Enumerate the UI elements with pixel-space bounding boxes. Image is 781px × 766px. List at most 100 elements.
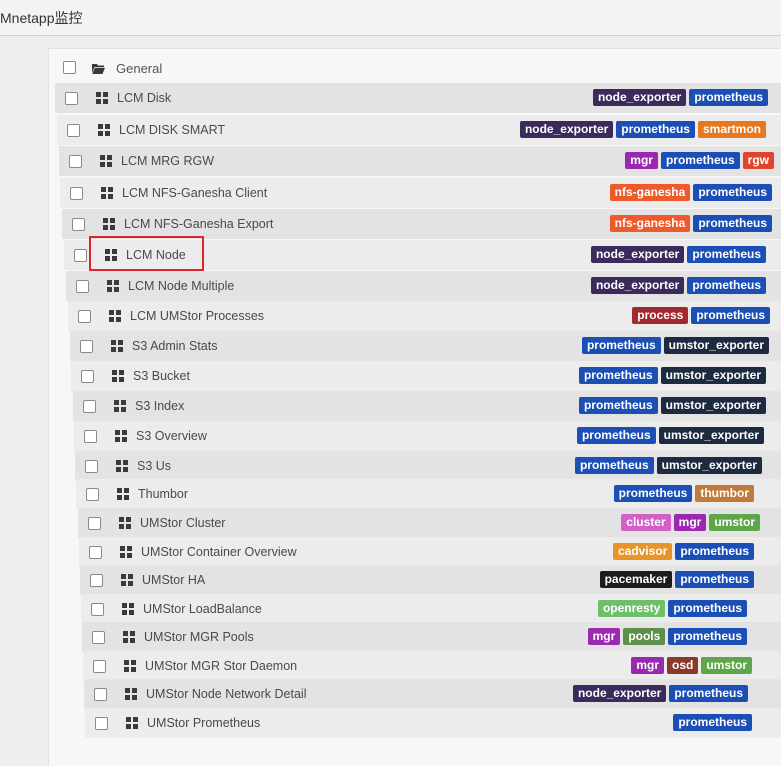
- tag-badge[interactable]: prometheus: [693, 184, 772, 201]
- tag-badge[interactable]: prometheus: [574, 457, 654, 474]
- row-checkbox[interactable]: [65, 92, 78, 105]
- tag-badge[interactable]: prometheus: [691, 307, 770, 324]
- tag-badge[interactable]: prometheus: [616, 121, 695, 138]
- dashboard-name[interactable]: S3 Overview: [136, 429, 207, 443]
- tag-badge[interactable]: prometheus: [668, 600, 747, 617]
- dashboard-name[interactable]: UMStor MGR Pools: [144, 630, 254, 644]
- dashboard-row[interactable]: UMStor MGR Pools mgr pools prometheus: [82, 622, 781, 652]
- tag-badge[interactable]: osd: [666, 657, 699, 674]
- dashboard-name[interactable]: LCM NFS-Ganesha Client: [122, 186, 267, 200]
- tag-badge[interactable]: node_exporter: [519, 121, 614, 138]
- dashboard-row[interactable]: LCM Disk node_exporter prometheus: [55, 83, 781, 113]
- dashboard-name[interactable]: LCM UMStor Processes: [130, 309, 264, 323]
- dashboard-row[interactable]: LCM DISK SMART node_exporter prometheus sma…: [57, 115, 781, 145]
- row-checkbox[interactable]: [92, 631, 105, 644]
- tag-badge[interactable]: umstor_exporter: [660, 367, 766, 384]
- row-checkbox[interactable]: [67, 124, 80, 137]
- row-checkbox[interactable]: [80, 340, 93, 353]
- tag-badge[interactable]: prometheus: [576, 427, 656, 444]
- folder-checkbox[interactable]: [63, 61, 76, 74]
- tag-badge[interactable]: node_exporter: [590, 277, 685, 294]
- dashboard-row[interactable]: LCM MRG RGW mgr prometheus rgw: [59, 146, 781, 176]
- dashboard-name[interactable]: LCM NFS-Ganesha Export: [124, 217, 273, 231]
- dashboard-row[interactable]: UMStor Container Overview cadvisor prometh…: [79, 537, 781, 567]
- row-checkbox[interactable]: [88, 517, 101, 530]
- tag-badge[interactable]: nfs-ganesha: [609, 215, 691, 232]
- tag-badge[interactable]: cadvisor: [612, 543, 673, 560]
- row-checkbox[interactable]: [89, 546, 102, 559]
- dashboard-name[interactable]: UMStor Cluster: [140, 516, 225, 530]
- folder-row-general[interactable]: General: [49, 55, 781, 83]
- tag-badge[interactable]: prometheus: [660, 152, 740, 169]
- tag-badge[interactable]: prometheus: [673, 714, 752, 731]
- tag-badge[interactable]: umstor_exporter: [658, 427, 764, 444]
- tag-badge[interactable]: openresty: [597, 600, 666, 617]
- tag-badge[interactable]: prometheus: [581, 337, 661, 354]
- tag-badge[interactable]: prometheus: [689, 89, 768, 106]
- tag-badge[interactable]: prometheus: [578, 367, 658, 384]
- dashboard-name[interactable]: S3 Us: [137, 459, 171, 473]
- tag-badge[interactable]: rgw: [742, 152, 774, 169]
- tag-badge[interactable]: node_exporter: [572, 685, 667, 702]
- row-checkbox[interactable]: [95, 717, 108, 730]
- dashboard-name[interactable]: S3 Admin Stats: [132, 339, 217, 353]
- row-checkbox[interactable]: [93, 660, 106, 673]
- tag-badge[interactable]: umstor_exporter: [656, 457, 762, 474]
- tag-badge[interactable]: prometheus: [687, 277, 766, 294]
- dashboard-name[interactable]: UMStor LoadBalance: [143, 602, 262, 616]
- tag-badge[interactable]: umstor: [701, 657, 752, 674]
- tag-badge[interactable]: prometheus: [693, 215, 772, 232]
- tag-badge[interactable]: umstor_exporter: [663, 337, 769, 354]
- row-checkbox[interactable]: [86, 488, 99, 501]
- tag-badge[interactable]: umstor_exporter: [660, 397, 766, 414]
- dashboard-row[interactable]: S3 Index prometheus umstor_exporter: [73, 391, 781, 421]
- dashboard-name[interactable]: LCM Node Multiple: [128, 279, 234, 293]
- dashboard-row[interactable]: UMStor MGR Stor Daemon mgr osd umstor: [83, 651, 781, 681]
- tag-badge[interactable]: nfs-ganesha: [609, 184, 691, 201]
- tag-badge[interactable]: pacemaker: [599, 571, 673, 588]
- tag-badge[interactable]: prometheus: [613, 485, 693, 502]
- dashboard-row[interactable]: S3 Overview prometheus umstor_exporter: [74, 421, 781, 451]
- tag-badge[interactable]: mgr: [631, 657, 664, 674]
- dashboard-name[interactable]: UMStor HA: [142, 573, 205, 587]
- tag-badge[interactable]: prometheus: [668, 628, 747, 645]
- tag-badge[interactable]: prometheus: [675, 543, 754, 560]
- dashboard-name[interactable]: Thumbor: [138, 487, 188, 501]
- tag-badge[interactable]: umstor: [709, 514, 760, 531]
- dashboard-name[interactable]: LCM DISK SMART: [119, 123, 225, 137]
- row-checkbox[interactable]: [72, 218, 85, 231]
- dashboard-row[interactable]: UMStor HA pacemaker prometheus: [80, 565, 781, 595]
- dashboard-row[interactable]: LCM NFS-Ganesha Client nfs-ganesha prometh…: [60, 178, 781, 208]
- row-checkbox[interactable]: [91, 603, 104, 616]
- dashboard-name[interactable]: UMStor Container Overview: [141, 545, 297, 559]
- tag-badge[interactable]: process: [632, 307, 689, 324]
- dashboard-row[interactable]: UMStor Prometheus prometheus: [85, 708, 781, 738]
- dashboard-name[interactable]: S3 Bucket: [133, 369, 190, 383]
- row-checkbox[interactable]: [83, 400, 96, 413]
- tag-badge[interactable]: pools: [623, 628, 666, 645]
- tag-badge[interactable]: smartmon: [697, 121, 766, 138]
- row-checkbox[interactable]: [74, 249, 87, 262]
- tag-badge[interactable]: mgr: [673, 514, 707, 531]
- tag-badge[interactable]: prometheus: [687, 246, 766, 263]
- row-checkbox[interactable]: [84, 430, 97, 443]
- dashboard-row[interactable]: Thumbor prometheus thumbor: [76, 479, 781, 509]
- dashboard-name[interactable]: LCM Disk: [117, 91, 171, 105]
- dashboard-name[interactable]: UMStor MGR Stor Daemon: [145, 659, 297, 673]
- dashboard-row[interactable]: S3 Bucket prometheus umstor_exporter: [71, 361, 781, 391]
- dashboard-row[interactable]: LCM Node Multiple node_exporter prometheus: [66, 271, 781, 301]
- dashboard-row[interactable]: LCM UMStor Processes process prometheus: [68, 301, 781, 331]
- dashboard-row[interactable]: UMStor Cluster cluster mgr umstor: [78, 508, 781, 538]
- row-checkbox[interactable]: [78, 310, 91, 323]
- row-checkbox[interactable]: [85, 460, 98, 473]
- row-checkbox[interactable]: [69, 155, 82, 168]
- row-checkbox[interactable]: [70, 187, 83, 200]
- tag-badge[interactable]: prometheus: [669, 685, 748, 702]
- row-checkbox[interactable]: [76, 280, 89, 293]
- dashboard-name[interactable]: UMStor Prometheus: [147, 716, 260, 730]
- tag-badge[interactable]: thumbor: [695, 485, 754, 502]
- row-checkbox[interactable]: [94, 688, 107, 701]
- dashboard-name[interactable]: UMStor Node Network Detail: [146, 687, 306, 701]
- dashboard-row[interactable]: S3 Us prometheus umstor_exporter: [75, 451, 781, 481]
- tag-badge[interactable]: mgr: [587, 628, 621, 645]
